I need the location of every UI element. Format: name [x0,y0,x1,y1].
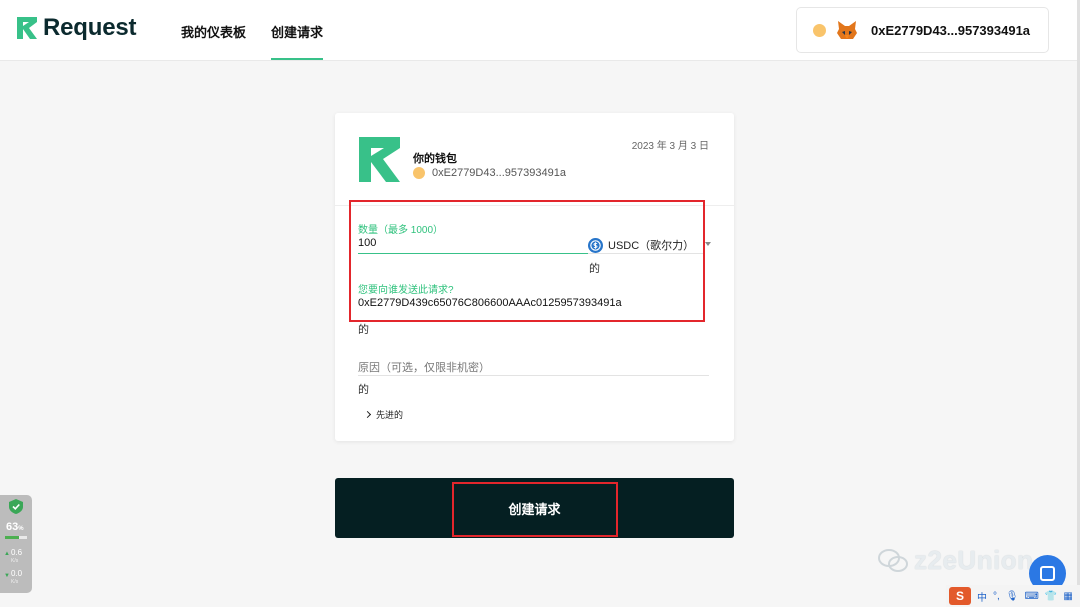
upload-speed: 0.6 K/s [11,548,23,565]
card-wallet-address: 0xE2779D43...957393491a [432,167,566,179]
recipient-input[interactable]: 0xE2779D439c65076C806600AAAc012595739349… [358,297,622,309]
reason-input-underline [358,375,709,376]
create-request-label: 创建请求 [508,501,561,517]
reason-helper-text: 的 [358,384,369,396]
amount-helper-text: 的 [589,263,600,275]
request-card: 2023 年 3 月 3 日 你的钱包 0xE2779D43...9573934… [335,113,734,441]
watermark-text: z2eUnion [914,545,1034,575]
chevron-down-icon [705,242,711,246]
ime-toolbar[interactable]: S 中 °, 🎙 ⌨ 👕 ▦ [946,585,1080,607]
recipient-helper-text: 的 [358,324,369,336]
wallet-button[interactable]: 0xE2779D43...957393491a [796,7,1049,53]
ime-mode[interactable]: 中 [977,589,987,604]
memory-bar [5,536,27,539]
currency-select[interactable]: USDC（歌尔力） [588,237,711,254]
wallet-title: 你的钱包 [413,153,457,165]
usdc-icon [588,237,603,253]
top-navbar: Request 我的仪表板 创建请求 0xE2779D43...95739349… [0,0,1080,61]
nav-dashboard[interactable]: 我的仪表板 [181,22,246,41]
wallet-address-row: 0xE2779D43...957393491a [413,167,566,179]
ime-punctuation[interactable]: °, [993,591,1000,602]
nav-create-request[interactable]: 创建请求 [271,22,324,60]
keyboard-icon[interactable]: ⌨ [1024,591,1038,602]
sogou-logo-icon: S [949,587,971,605]
currency-label: USDC（歌尔力） [608,240,695,252]
reason-input[interactable]: 原因（可选，仅限非机密） [358,359,490,375]
shield-check-icon [9,499,23,514]
wechat-icon [878,548,908,572]
advanced-toggle[interactable]: 先进的 [363,408,404,421]
request-date: 2023 年 3 月 3 日 [631,141,709,152]
skin-icon[interactable]: 👕 [1045,591,1057,602]
system-monitor-widget[interactable]: 63% ▲ 0.6 K/s ▼ 0.0 K/s [0,495,32,593]
chat-icon [1040,566,1055,581]
amount-label: 数量（最多 1000） [358,225,444,236]
wallet-avatar-dot [813,23,826,37]
amount-input[interactable]: 100 [358,237,376,249]
request-card-logo-icon [359,137,400,182]
memory-percent: 63% [6,521,24,533]
brand-logo[interactable]: Request [17,14,136,42]
chevron-right-icon [363,410,372,419]
upload-arrow-icon: ▲ [4,551,10,557]
watermark: z2eUnion [878,545,1034,576]
wallet-avatar-dot [413,167,425,179]
metamask-fox-icon [837,21,857,39]
amount-input-underline [358,253,588,254]
grid-menu-icon[interactable]: ▦ [1063,591,1072,602]
request-logo-icon [17,17,37,39]
create-request-button[interactable]: 创建请求 [335,478,734,538]
divider [335,205,734,206]
brand-name: Request [43,14,137,41]
advanced-label: 先进的 [376,410,404,420]
download-arrow-icon: ▼ [4,573,10,579]
download-speed: 0.0 K/s [11,569,23,586]
wallet-address: 0xE2779D43...957393491a [871,22,1031,38]
microphone-icon[interactable]: 🎙 [1006,591,1019,602]
recipient-label: 您要向谁发送此请求? [358,285,454,296]
